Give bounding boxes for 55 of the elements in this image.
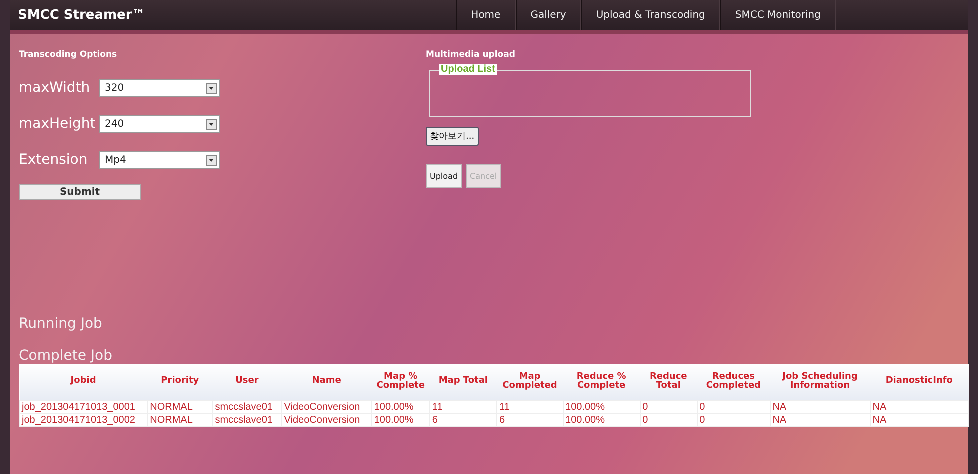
table-cell: 100.00% (563, 400, 640, 414)
table-cell: NA (770, 414, 870, 426)
table-cell: 0 (697, 400, 770, 414)
field-label: Extension (19, 152, 89, 168)
dropdown[interactable]: Mp4 (99, 151, 220, 169)
dropdown[interactable]: 240 (99, 115, 220, 133)
upload-button[interactable]: Upload (426, 164, 462, 188)
table-cell: VideoConversion (282, 414, 372, 426)
table-cell: 6 (496, 414, 564, 426)
table-cell: NA (870, 414, 968, 426)
column-header: Name (282, 364, 372, 400)
table-cell: 100.00% (563, 414, 640, 426)
field-label: maxWidth (19, 80, 92, 96)
table-cell: smccslave01 (212, 400, 282, 414)
column-header: Reduce Total (640, 364, 698, 400)
browse-button[interactable]: 찾아보기... (426, 127, 479, 146)
table-cell: 100.00% (372, 400, 430, 414)
column-header: Reduces Completed (697, 364, 770, 400)
table-cell: NA (870, 400, 968, 414)
table-cell: 11 (496, 400, 564, 414)
column-header: DianosticInfo (870, 364, 968, 400)
column-header: Map % Complete (372, 364, 430, 400)
field-label: maxHeight (19, 116, 97, 132)
table-cell: 100.00% (372, 414, 430, 426)
column-header: User (212, 364, 282, 400)
column-header: Job Scheduling Information (770, 364, 870, 400)
column-header: Map Total (430, 364, 497, 400)
section-heading: Multimedia upload (426, 50, 516, 60)
submit-button[interactable]: Submit (19, 184, 141, 200)
column-header: Reduce % Complete (563, 364, 640, 400)
column-header: Priority (148, 364, 213, 400)
dropdown[interactable]: 320 (99, 79, 220, 97)
nav-link[interactable]: Home (456, 0, 516, 30)
nav-link[interactable]: SMCC Monitoring (720, 0, 836, 30)
table-cell: NORMAL (148, 414, 213, 426)
table-cell: 6 (430, 414, 497, 426)
table-cell: NA (770, 400, 870, 414)
table-cell: 0 (697, 414, 770, 426)
table-cell: 0 (640, 414, 698, 426)
section-heading: Transcoding Options (19, 50, 118, 60)
nav-link[interactable]: Gallery (516, 0, 582, 30)
upload-list-legend: Upload List (439, 64, 498, 75)
table-cell: job_201304171013_0002 (20, 414, 148, 426)
table-cell: VideoConversion (282, 400, 372, 414)
column-header: Jobid (20, 364, 148, 400)
app-title: SMCC Streamer™ (17, 8, 146, 22)
table-cell: 0 (640, 400, 698, 414)
section-heading: Running Job (18, 316, 104, 332)
nav-link[interactable]: Upload & Transcoding (581, 0, 720, 30)
section-heading: Complete Job (18, 348, 114, 364)
table-cell: job_201304171013_0001 (20, 400, 148, 414)
table-cell: 11 (430, 400, 497, 414)
table-cell: NORMAL (148, 400, 213, 414)
table-cell: smccslave01 (212, 414, 282, 426)
column-header: Map Completed (496, 364, 564, 400)
